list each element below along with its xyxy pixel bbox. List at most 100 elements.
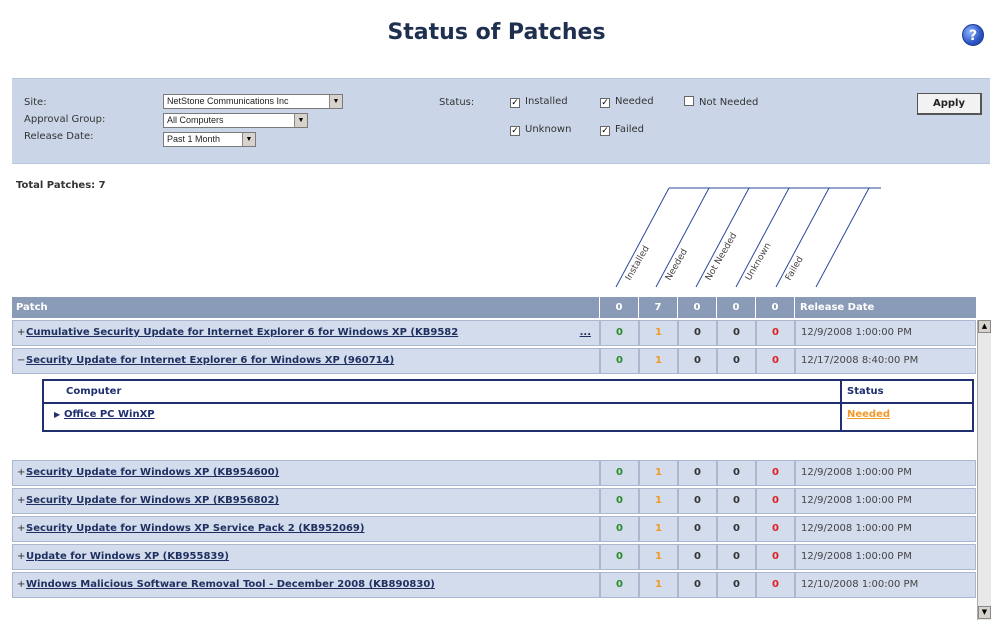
total-patches: Total Patches: 7 bbox=[16, 180, 106, 191]
caret-right-icon[interactable]: ▶ bbox=[54, 410, 60, 419]
computer-column-header: Computer bbox=[42, 379, 842, 404]
release-date-value: Past 1 Month bbox=[167, 134, 221, 144]
vertical-scrollbar[interactable]: ▲ ▼ bbox=[977, 320, 991, 620]
checkbox-checked-icon[interactable]: ✓ bbox=[510, 98, 520, 108]
unknown-count-header: 0 bbox=[717, 297, 756, 318]
status-header-label: Status bbox=[847, 386, 884, 397]
expand-icon[interactable]: + bbox=[17, 489, 26, 513]
table-row: +Security Update for Windows XP (KB95460… bbox=[12, 460, 976, 486]
failed-count: 0 bbox=[756, 348, 795, 374]
installed-count-header: 0 bbox=[600, 297, 639, 318]
failed-count: 0 bbox=[756, 544, 795, 570]
patch-name-cell[interactable]: +Windows Malicious Software Removal Tool… bbox=[12, 572, 600, 598]
computer-link[interactable]: Office PC WinXP bbox=[64, 409, 155, 420]
unknown-count: 0 bbox=[717, 320, 756, 346]
needed-count: 1 bbox=[639, 460, 678, 486]
patch-name-cell[interactable]: +Security Update for Windows XP Service … bbox=[12, 516, 600, 542]
site-select[interactable]: NetStone Communications Inc ▼ bbox=[163, 94, 343, 109]
patch-link[interactable]: Security Update for Internet Explorer 6 … bbox=[26, 355, 394, 366]
help-icon[interactable]: ? bbox=[962, 24, 984, 46]
patch-link[interactable]: Update for Windows XP (KB955839) bbox=[26, 551, 229, 562]
patch-link[interactable]: Windows Malicious Software Removal Tool … bbox=[26, 579, 435, 590]
more-link[interactable]: ... bbox=[580, 321, 591, 345]
needed-count: 1 bbox=[639, 516, 678, 542]
unknown-count: 0 bbox=[717, 460, 756, 486]
table-row: +Windows Malicious Software Removal Tool… bbox=[12, 572, 976, 598]
release-date-cell: 12/9/2008 1:00:00 PM bbox=[795, 460, 976, 486]
table-header: Patch 0 7 0 0 0 Release Date bbox=[12, 297, 976, 318]
failed-count-header: 0 bbox=[756, 297, 795, 318]
patch-name-cell[interactable]: +Update for Windows XP (KB955839) bbox=[12, 544, 600, 570]
patch-name-cell[interactable]: +Cumulative Security Update for Internet… bbox=[12, 320, 600, 346]
diagonal-column-headers: Installed Needed Not Needed Unknown Fail… bbox=[615, 187, 881, 288]
installed-count: 0 bbox=[600, 460, 639, 486]
installed-count: 0 bbox=[600, 348, 639, 374]
needed-count: 1 bbox=[639, 488, 678, 514]
needed-count: 1 bbox=[639, 572, 678, 598]
expand-icon[interactable]: + bbox=[17, 461, 26, 485]
status-not-needed-checkbox[interactable]: Not Needed bbox=[684, 96, 758, 108]
patch-link[interactable]: Security Update for Windows XP (KB954600… bbox=[26, 467, 279, 478]
patch-link[interactable]: Security Update for Windows XP (KB956802… bbox=[26, 495, 279, 506]
checkbox-checked-icon[interactable]: ✓ bbox=[510, 126, 520, 136]
patch-name-cell[interactable]: +Security Update for Windows XP (KB95460… bbox=[12, 460, 600, 486]
scroll-up-icon[interactable]: ▲ bbox=[978, 320, 991, 333]
needed-count: 1 bbox=[639, 348, 678, 374]
expand-icon[interactable]: + bbox=[17, 517, 26, 541]
filter-panel: Site: Approval Group: Release Date: NetS… bbox=[12, 78, 990, 164]
release-date-cell: 12/9/2008 1:00:00 PM bbox=[795, 488, 976, 514]
table-row: +Security Update for Windows XP (KB95680… bbox=[12, 488, 976, 514]
chevron-down-icon[interactable]: ▼ bbox=[294, 114, 307, 127]
approval-group-select[interactable]: All Computers ▼ bbox=[163, 113, 308, 128]
not-needed-count: 0 bbox=[678, 516, 717, 542]
site-label: Site: bbox=[24, 97, 47, 108]
needed-count-header: 7 bbox=[639, 297, 678, 318]
status-needed-checkbox[interactable]: ✓ Needed bbox=[600, 96, 654, 108]
scroll-down-icon[interactable]: ▼ bbox=[978, 606, 991, 619]
status-failed-checkbox[interactable]: ✓ Failed bbox=[600, 124, 644, 136]
not-needed-count: 0 bbox=[678, 572, 717, 598]
page-title: Status of Patches bbox=[387, 20, 606, 45]
header-diagonal-line bbox=[615, 187, 670, 288]
expand-icon[interactable]: + bbox=[17, 545, 26, 569]
status-installed-checkbox[interactable]: ✓ Installed bbox=[510, 96, 568, 108]
not-needed-count-header: 0 bbox=[678, 297, 717, 318]
apply-button[interactable]: Apply bbox=[917, 93, 982, 115]
needed-count: 1 bbox=[639, 320, 678, 346]
expand-icon[interactable]: + bbox=[17, 321, 26, 345]
not-needed-count: 0 bbox=[678, 320, 717, 346]
needed-count: 1 bbox=[639, 544, 678, 570]
installed-count: 0 bbox=[600, 516, 639, 542]
chevron-down-icon[interactable]: ▼ bbox=[329, 95, 342, 108]
checkbox-checked-icon[interactable]: ✓ bbox=[600, 98, 610, 108]
failed-count: 0 bbox=[756, 488, 795, 514]
checkbox-checked-icon[interactable]: ✓ bbox=[600, 126, 610, 136]
collapse-icon[interactable]: − bbox=[17, 349, 26, 373]
installed-count: 0 bbox=[600, 572, 639, 598]
status-label: Status: bbox=[439, 97, 475, 108]
chevron-down-icon[interactable]: ▼ bbox=[242, 133, 255, 146]
patch-link[interactable]: Security Update for Windows XP Service P… bbox=[26, 523, 364, 534]
release-date-header[interactable]: Release Date bbox=[795, 297, 976, 318]
table-row: −Security Update for Internet Explorer 6… bbox=[12, 348, 976, 374]
patch-name-cell[interactable]: −Security Update for Internet Explorer 6… bbox=[12, 348, 600, 374]
release-date-cell: 12/17/2008 8:40:00 PM bbox=[795, 348, 976, 374]
patch-column-header[interactable]: Patch bbox=[12, 297, 600, 318]
approval-group-label: Approval Group: bbox=[24, 114, 106, 125]
unknown-count: 0 bbox=[717, 488, 756, 514]
patch-name-cell[interactable]: +Security Update for Windows XP (KB95680… bbox=[12, 488, 600, 514]
col-header-failed: Failed bbox=[784, 255, 806, 283]
release-date-select[interactable]: Past 1 Month ▼ bbox=[163, 132, 256, 147]
status-unknown-checkbox[interactable]: ✓ Unknown bbox=[510, 124, 571, 136]
checkbox-empty-icon[interactable] bbox=[684, 96, 694, 106]
unknown-count: 0 bbox=[717, 544, 756, 570]
patch-link[interactable]: Cumulative Security Update for Internet … bbox=[26, 327, 458, 338]
site-select-value: NetStone Communications Inc bbox=[167, 96, 289, 106]
unknown-count: 0 bbox=[717, 516, 756, 542]
failed-count: 0 bbox=[756, 572, 795, 598]
header-diagonal-line bbox=[695, 187, 750, 288]
installed-count: 0 bbox=[600, 544, 639, 570]
expand-icon[interactable]: + bbox=[17, 573, 26, 597]
status-needed-link[interactable]: Needed bbox=[847, 409, 890, 420]
installed-count: 0 bbox=[600, 488, 639, 514]
